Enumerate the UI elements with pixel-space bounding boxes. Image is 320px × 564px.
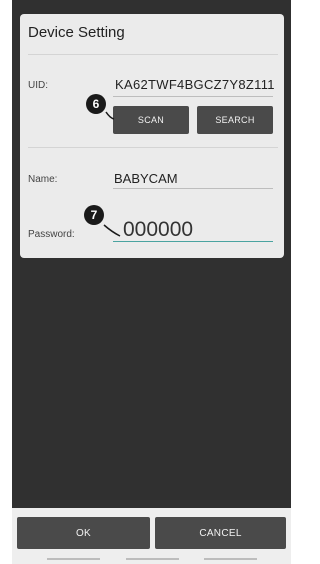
uid-underline — [113, 96, 273, 97]
scan-button[interactable]: SCAN — [113, 106, 189, 134]
nav-hint-left — [47, 558, 100, 560]
nav-hint-right — [204, 558, 257, 560]
name-label: Name: — [28, 174, 58, 185]
search-button[interactable]: SEARCH — [197, 106, 273, 134]
phone-frame: Device Setting UID: KA62TWF4BGCZ7Y8Z111 … — [0, 0, 291, 564]
nav-hint-center — [126, 558, 179, 560]
uid-label: UID: — [28, 80, 48, 91]
uid-value[interactable]: KA62TWF4BGCZ7Y8Z111 — [115, 77, 275, 92]
name-field[interactable]: BABYCAM — [114, 171, 178, 186]
password-underline — [113, 241, 273, 242]
dialog-title: Device Setting — [28, 24, 125, 41]
callout-marker-7: 7 — [84, 205, 104, 225]
cancel-button[interactable]: CANCEL — [155, 517, 286, 549]
password-label: Password: — [28, 229, 75, 240]
name-underline — [113, 188, 273, 189]
title-divider — [28, 54, 278, 55]
password-field[interactable] — [123, 218, 263, 242]
ok-button[interactable]: OK — [17, 517, 150, 549]
section-divider — [28, 147, 278, 148]
callout-marker-6: 6 — [86, 94, 106, 114]
